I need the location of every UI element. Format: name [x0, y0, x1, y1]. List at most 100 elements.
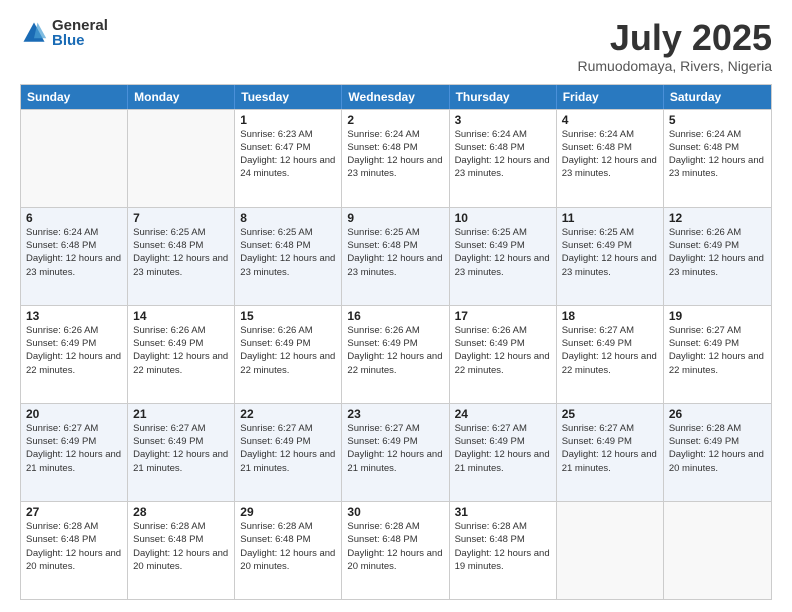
empty-cell [21, 110, 128, 207]
day-info: Sunrise: 6:26 AM Sunset: 6:49 PM Dayligh… [455, 324, 551, 377]
day-cell-10: 10Sunrise: 6:25 AM Sunset: 6:49 PM Dayli… [450, 208, 557, 305]
day-number: 19 [669, 309, 766, 323]
day-info: Sunrise: 6:28 AM Sunset: 6:48 PM Dayligh… [455, 520, 551, 573]
day-number: 20 [26, 407, 122, 421]
day-number: 4 [562, 113, 658, 127]
day-info: Sunrise: 6:27 AM Sunset: 6:49 PM Dayligh… [562, 324, 658, 377]
day-cell-3: 3Sunrise: 6:24 AM Sunset: 6:48 PM Daylig… [450, 110, 557, 207]
day-cell-26: 26Sunrise: 6:28 AM Sunset: 6:49 PM Dayli… [664, 404, 771, 501]
day-number: 3 [455, 113, 551, 127]
day-number: 16 [347, 309, 443, 323]
day-cell-12: 12Sunrise: 6:26 AM Sunset: 6:49 PM Dayli… [664, 208, 771, 305]
calendar-row-3: 13Sunrise: 6:26 AM Sunset: 6:49 PM Dayli… [21, 305, 771, 403]
day-number: 30 [347, 505, 443, 519]
day-cell-24: 24Sunrise: 6:27 AM Sunset: 6:49 PM Dayli… [450, 404, 557, 501]
empty-cell [128, 110, 235, 207]
day-info: Sunrise: 6:25 AM Sunset: 6:49 PM Dayligh… [455, 226, 551, 279]
day-number: 1 [240, 113, 336, 127]
month-title: July 2025 [577, 18, 772, 58]
day-number: 14 [133, 309, 229, 323]
day-cell-31: 31Sunrise: 6:28 AM Sunset: 6:48 PM Dayli… [450, 502, 557, 599]
header: General Blue July 2025 Rumuodomaya, Rive… [20, 18, 772, 74]
day-info: Sunrise: 6:26 AM Sunset: 6:49 PM Dayligh… [133, 324, 229, 377]
day-number: 13 [26, 309, 122, 323]
header-day-sunday: Sunday [21, 85, 128, 109]
day-number: 7 [133, 211, 229, 225]
day-info: Sunrise: 6:26 AM Sunset: 6:49 PM Dayligh… [240, 324, 336, 377]
day-number: 10 [455, 211, 551, 225]
calendar-header: SundayMondayTuesdayWednesdayThursdayFrid… [21, 85, 771, 109]
day-cell-14: 14Sunrise: 6:26 AM Sunset: 6:49 PM Dayli… [128, 306, 235, 403]
day-number: 5 [669, 113, 766, 127]
day-cell-20: 20Sunrise: 6:27 AM Sunset: 6:49 PM Dayli… [21, 404, 128, 501]
day-cell-28: 28Sunrise: 6:28 AM Sunset: 6:48 PM Dayli… [128, 502, 235, 599]
day-cell-9: 9Sunrise: 6:25 AM Sunset: 6:48 PM Daylig… [342, 208, 449, 305]
day-info: Sunrise: 6:24 AM Sunset: 6:48 PM Dayligh… [562, 128, 658, 181]
day-info: Sunrise: 6:24 AM Sunset: 6:48 PM Dayligh… [669, 128, 766, 181]
day-number: 8 [240, 211, 336, 225]
day-number: 31 [455, 505, 551, 519]
day-cell-23: 23Sunrise: 6:27 AM Sunset: 6:49 PM Dayli… [342, 404, 449, 501]
day-number: 11 [562, 211, 658, 225]
logo-blue-text: Blue [52, 33, 108, 48]
day-info: Sunrise: 6:28 AM Sunset: 6:48 PM Dayligh… [347, 520, 443, 573]
day-info: Sunrise: 6:28 AM Sunset: 6:48 PM Dayligh… [240, 520, 336, 573]
day-info: Sunrise: 6:24 AM Sunset: 6:48 PM Dayligh… [455, 128, 551, 181]
page: General Blue July 2025 Rumuodomaya, Rive… [0, 0, 792, 612]
day-cell-13: 13Sunrise: 6:26 AM Sunset: 6:49 PM Dayli… [21, 306, 128, 403]
day-cell-30: 30Sunrise: 6:28 AM Sunset: 6:48 PM Dayli… [342, 502, 449, 599]
header-day-friday: Friday [557, 85, 664, 109]
day-cell-4: 4Sunrise: 6:24 AM Sunset: 6:48 PM Daylig… [557, 110, 664, 207]
calendar-row-4: 20Sunrise: 6:27 AM Sunset: 6:49 PM Dayli… [21, 403, 771, 501]
logo-text: General Blue [52, 18, 108, 48]
day-number: 26 [669, 407, 766, 421]
calendar: SundayMondayTuesdayWednesdayThursdayFrid… [20, 84, 772, 600]
day-cell-2: 2Sunrise: 6:24 AM Sunset: 6:48 PM Daylig… [342, 110, 449, 207]
day-number: 28 [133, 505, 229, 519]
day-cell-11: 11Sunrise: 6:25 AM Sunset: 6:49 PM Dayli… [557, 208, 664, 305]
day-info: Sunrise: 6:27 AM Sunset: 6:49 PM Dayligh… [240, 422, 336, 475]
day-info: Sunrise: 6:28 AM Sunset: 6:48 PM Dayligh… [26, 520, 122, 573]
day-info: Sunrise: 6:25 AM Sunset: 6:48 PM Dayligh… [133, 226, 229, 279]
day-cell-18: 18Sunrise: 6:27 AM Sunset: 6:49 PM Dayli… [557, 306, 664, 403]
day-info: Sunrise: 6:25 AM Sunset: 6:48 PM Dayligh… [240, 226, 336, 279]
day-info: Sunrise: 6:26 AM Sunset: 6:49 PM Dayligh… [347, 324, 443, 377]
day-info: Sunrise: 6:24 AM Sunset: 6:48 PM Dayligh… [26, 226, 122, 279]
header-day-tuesday: Tuesday [235, 85, 342, 109]
day-info: Sunrise: 6:28 AM Sunset: 6:49 PM Dayligh… [669, 422, 766, 475]
day-number: 9 [347, 211, 443, 225]
day-cell-1: 1Sunrise: 6:23 AM Sunset: 6:47 PM Daylig… [235, 110, 342, 207]
day-info: Sunrise: 6:25 AM Sunset: 6:49 PM Dayligh… [562, 226, 658, 279]
day-info: Sunrise: 6:26 AM Sunset: 6:49 PM Dayligh… [26, 324, 122, 377]
day-cell-27: 27Sunrise: 6:28 AM Sunset: 6:48 PM Dayli… [21, 502, 128, 599]
day-cell-16: 16Sunrise: 6:26 AM Sunset: 6:49 PM Dayli… [342, 306, 449, 403]
calendar-row-1: 1Sunrise: 6:23 AM Sunset: 6:47 PM Daylig… [21, 109, 771, 207]
day-info: Sunrise: 6:27 AM Sunset: 6:49 PM Dayligh… [347, 422, 443, 475]
logo-general-text: General [52, 18, 108, 33]
day-info: Sunrise: 6:27 AM Sunset: 6:49 PM Dayligh… [133, 422, 229, 475]
day-number: 25 [562, 407, 658, 421]
header-day-thursday: Thursday [450, 85, 557, 109]
logo-icon [20, 19, 48, 47]
logo: General Blue [20, 18, 108, 48]
title-area: July 2025 Rumuodomaya, Rivers, Nigeria [577, 18, 772, 74]
day-number: 17 [455, 309, 551, 323]
day-cell-8: 8Sunrise: 6:25 AM Sunset: 6:48 PM Daylig… [235, 208, 342, 305]
empty-cell [557, 502, 664, 599]
day-number: 6 [26, 211, 122, 225]
day-info: Sunrise: 6:27 AM Sunset: 6:49 PM Dayligh… [26, 422, 122, 475]
day-info: Sunrise: 6:24 AM Sunset: 6:48 PM Dayligh… [347, 128, 443, 181]
calendar-body: 1Sunrise: 6:23 AM Sunset: 6:47 PM Daylig… [21, 109, 771, 599]
day-cell-7: 7Sunrise: 6:25 AM Sunset: 6:48 PM Daylig… [128, 208, 235, 305]
day-info: Sunrise: 6:25 AM Sunset: 6:48 PM Dayligh… [347, 226, 443, 279]
calendar-row-2: 6Sunrise: 6:24 AM Sunset: 6:48 PM Daylig… [21, 207, 771, 305]
location: Rumuodomaya, Rivers, Nigeria [577, 58, 772, 74]
day-info: Sunrise: 6:27 AM Sunset: 6:49 PM Dayligh… [562, 422, 658, 475]
empty-cell [664, 502, 771, 599]
day-info: Sunrise: 6:27 AM Sunset: 6:49 PM Dayligh… [455, 422, 551, 475]
day-cell-5: 5Sunrise: 6:24 AM Sunset: 6:48 PM Daylig… [664, 110, 771, 207]
day-cell-19: 19Sunrise: 6:27 AM Sunset: 6:49 PM Dayli… [664, 306, 771, 403]
day-cell-22: 22Sunrise: 6:27 AM Sunset: 6:49 PM Dayli… [235, 404, 342, 501]
day-cell-29: 29Sunrise: 6:28 AM Sunset: 6:48 PM Dayli… [235, 502, 342, 599]
day-cell-21: 21Sunrise: 6:27 AM Sunset: 6:49 PM Dayli… [128, 404, 235, 501]
